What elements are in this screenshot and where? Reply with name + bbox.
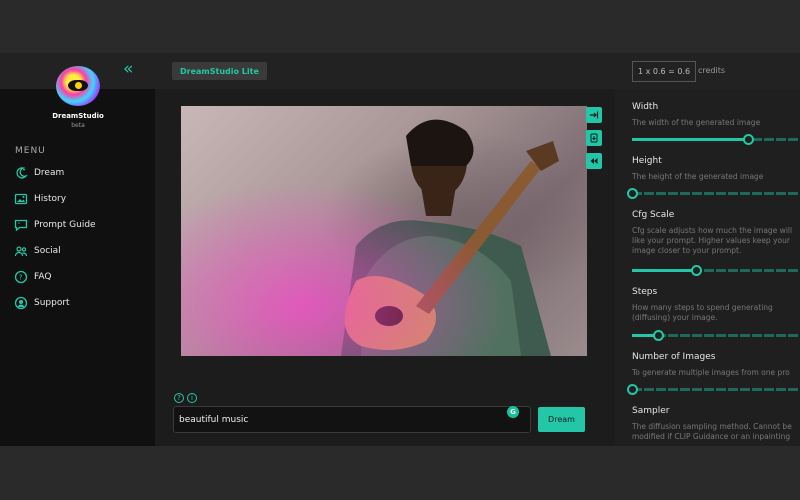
- rewind-icon: [590, 158, 598, 164]
- slider-thumb[interactable]: [691, 265, 702, 276]
- slider-thumb[interactable]: [653, 330, 664, 341]
- prompt-info-icon[interactable]: i: [187, 393, 197, 403]
- menu-title: MENU: [15, 146, 46, 156]
- dream-button[interactable]: Dream: [538, 407, 585, 432]
- slider-fill: [632, 269, 696, 272]
- setting-desc: To generate multiple images from one pro: [632, 368, 790, 377]
- sidebar-item-label: Social: [34, 246, 61, 256]
- sidebar-item-support[interactable]: Support: [14, 294, 70, 312]
- setting-desc: How many steps to spend generating (diffu…: [632, 303, 773, 322]
- sidebar-item-faq[interactable]: ? FAQ: [14, 268, 51, 286]
- slider-fill: [632, 138, 748, 141]
- sidebar: DreamStudio beta « MENU Dream History " …: [0, 53, 155, 446]
- cfg-scale-slider[interactable]: [632, 265, 800, 276]
- setting-title: Sampler: [632, 406, 670, 416]
- slider-thumb[interactable]: [743, 134, 754, 145]
- generated-image-art: [181, 106, 587, 356]
- setting-title: Number of Images: [632, 352, 716, 362]
- sidebar-item-label: Dream: [34, 168, 65, 178]
- setting-title: Steps: [632, 287, 658, 297]
- setting-steps: Steps How many steps to spend generating…: [632, 287, 800, 341]
- screen-bottom-border: [0, 446, 800, 500]
- brand-name: DreamStudio: [52, 112, 104, 120]
- prompt-help-icon[interactable]: ?: [174, 393, 184, 403]
- sidebar-item-label: Prompt Guide: [34, 220, 96, 230]
- sidebar-item-social[interactable]: Social: [14, 242, 61, 260]
- slider-thumb[interactable]: [627, 384, 638, 395]
- credits-label: credits: [698, 66, 726, 75]
- image-gallery-icon: [14, 193, 28, 205]
- slider-thumb[interactable]: [627, 188, 638, 199]
- prompt-box: G: [173, 406, 531, 433]
- setting-height: Height The height of the generated image: [627, 156, 800, 199]
- setting-title: Cfg Scale: [632, 210, 675, 220]
- people-icon: [14, 246, 28, 257]
- sidebar-item-label: History: [34, 194, 67, 204]
- sidebar-item-label: Support: [34, 298, 70, 308]
- brand-sub: beta: [71, 122, 85, 129]
- svg-text:?: ?: [19, 274, 23, 282]
- quote-bubble-icon: ": [14, 219, 28, 232]
- prompt-input[interactable]: [179, 407, 499, 432]
- rewind-button[interactable]: [586, 153, 602, 169]
- prompt-help-icons: ? i: [174, 393, 197, 403]
- setting-title: Width: [632, 102, 659, 112]
- setting-cfg-scale: Cfg Scale Cfg scale adjusts how much the…: [632, 210, 800, 276]
- sidebar-item-dream[interactable]: Dream: [14, 164, 64, 182]
- sidebar-item-label: FAQ: [34, 272, 52, 282]
- settings-panel[interactable]: Width The width of the generated image H…: [615, 89, 800, 446]
- support-icon: [14, 296, 28, 310]
- setting-desc: The height of the generated image: [632, 172, 764, 181]
- send-to-init-icon: [590, 111, 599, 119]
- logo-pupil: [75, 82, 82, 89]
- send-to-init-button[interactable]: [586, 107, 602, 123]
- steps-slider[interactable]: [632, 330, 800, 341]
- setting-desc: The diffusion sampling method. Cannot be…: [632, 422, 792, 441]
- credits-formula: 1 x 0.6 = 0.6: [632, 61, 697, 82]
- sidebar-item-history[interactable]: History: [14, 190, 66, 208]
- setting-sampler: Sampler The diffusion sampling method. C…: [632, 406, 800, 442]
- download-icon: [590, 133, 598, 143]
- sidebar-item-prompt-guide[interactable]: " Prompt Guide: [14, 216, 96, 234]
- svg-text:": ": [18, 222, 20, 228]
- screen-top-border: [0, 0, 800, 53]
- collapse-sidebar-icon[interactable]: «: [123, 59, 133, 79]
- setting-desc: Cfg scale adjusts how much the image wil…: [632, 226, 793, 255]
- width-slider[interactable]: [632, 134, 800, 145]
- setting-desc: The width of the generated image: [632, 118, 761, 127]
- setting-number-of-images: Number of Images To generate multiple im…: [627, 352, 800, 395]
- moon-sparkle-icon: [16, 167, 28, 179]
- grammarly-icon[interactable]: G: [507, 406, 519, 418]
- question-circle-icon: ?: [14, 270, 28, 284]
- setting-width: Width The width of the generated image: [632, 102, 800, 145]
- logo-eye: [68, 80, 88, 91]
- dreamstudio-lite-badge[interactable]: DreamStudio Lite: [172, 62, 267, 80]
- number-of-images-slider[interactable]: [627, 384, 800, 395]
- dreamstudio-app: DreamStudio beta « MENU Dream History " …: [0, 53, 800, 446]
- download-button[interactable]: [586, 130, 602, 146]
- height-slider[interactable]: [627, 188, 800, 199]
- setting-title: Height: [632, 156, 662, 166]
- dreamstudio-logo-icon[interactable]: [56, 66, 100, 106]
- generated-image[interactable]: [181, 106, 587, 356]
